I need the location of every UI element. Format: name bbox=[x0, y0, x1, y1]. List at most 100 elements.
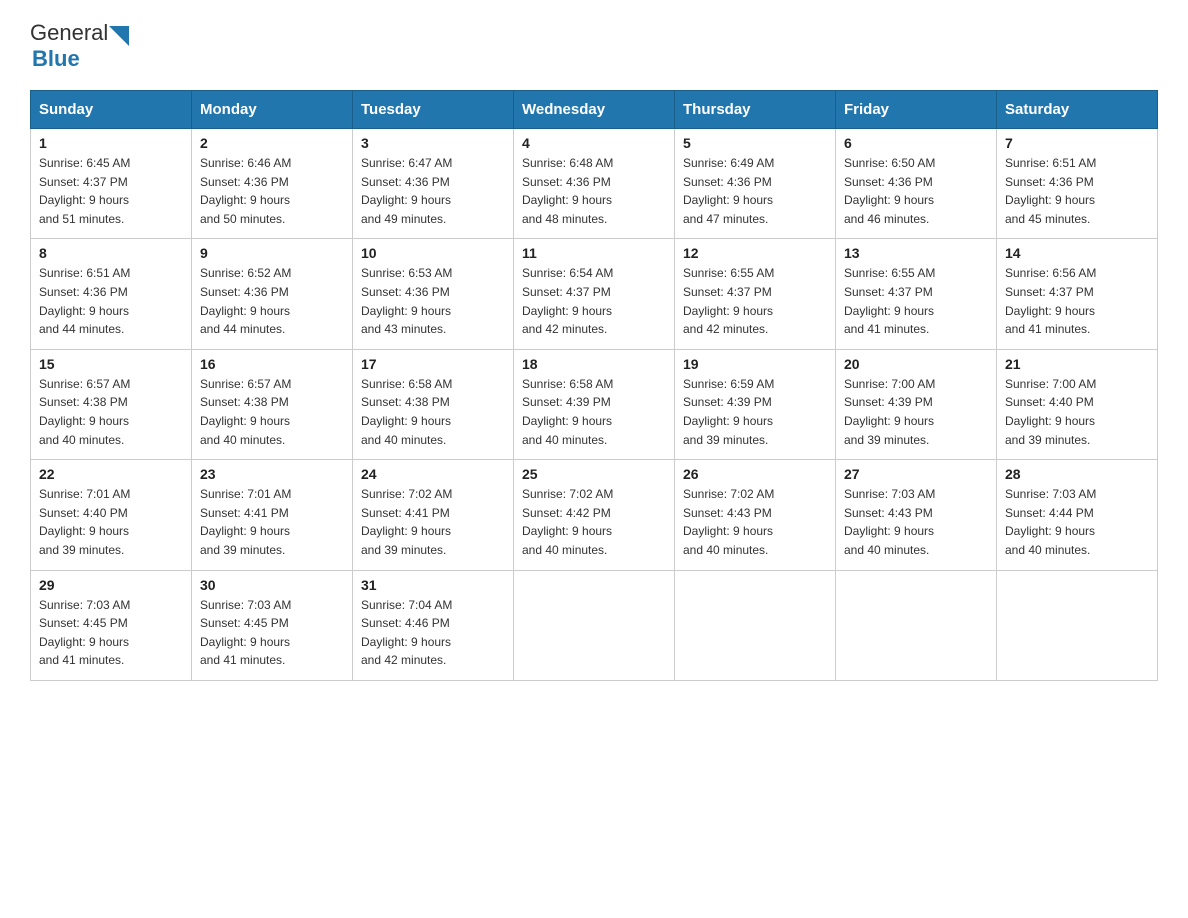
day-info: Sunrise: 6:58 AMSunset: 4:38 PMDaylight:… bbox=[361, 375, 505, 449]
day-info: Sunrise: 7:03 AMSunset: 4:45 PMDaylight:… bbox=[200, 596, 344, 670]
col-header-sunday: Sunday bbox=[31, 91, 192, 129]
col-header-tuesday: Tuesday bbox=[353, 91, 514, 129]
day-number: 29 bbox=[39, 577, 183, 593]
day-number: 3 bbox=[361, 135, 505, 151]
day-info: Sunrise: 6:46 AMSunset: 4:36 PMDaylight:… bbox=[200, 154, 344, 228]
day-info: Sunrise: 6:54 AMSunset: 4:37 PMDaylight:… bbox=[522, 264, 666, 338]
day-number: 28 bbox=[1005, 466, 1149, 482]
day-number: 31 bbox=[361, 577, 505, 593]
day-number: 13 bbox=[844, 245, 988, 261]
day-info: Sunrise: 7:01 AMSunset: 4:40 PMDaylight:… bbox=[39, 485, 183, 559]
calendar-header-row: SundayMondayTuesdayWednesdayThursdayFrid… bbox=[31, 91, 1158, 129]
day-info: Sunrise: 7:02 AMSunset: 4:43 PMDaylight:… bbox=[683, 485, 827, 559]
calendar-cell: 26 Sunrise: 7:02 AMSunset: 4:43 PMDayligh… bbox=[675, 460, 836, 570]
day-number: 2 bbox=[200, 135, 344, 151]
day-info: Sunrise: 6:52 AMSunset: 4:36 PMDaylight:… bbox=[200, 264, 344, 338]
day-info: Sunrise: 7:03 AMSunset: 4:44 PMDaylight:… bbox=[1005, 485, 1149, 559]
day-info: Sunrise: 6:55 AMSunset: 4:37 PMDaylight:… bbox=[844, 264, 988, 338]
day-info: Sunrise: 6:58 AMSunset: 4:39 PMDaylight:… bbox=[522, 375, 666, 449]
day-info: Sunrise: 7:00 AMSunset: 4:40 PMDaylight:… bbox=[1005, 375, 1149, 449]
day-number: 10 bbox=[361, 245, 505, 261]
day-number: 14 bbox=[1005, 245, 1149, 261]
calendar-cell: 22Sunrise: 7:01 AMSunset: 4:40 PMDayligh… bbox=[31, 460, 192, 570]
day-info: Sunrise: 6:47 AMSunset: 4:36 PMDaylight:… bbox=[361, 154, 505, 228]
calendar-cell: 15 Sunrise: 6:57 AMSunset: 4:38 PMDayligh… bbox=[31, 349, 192, 459]
day-number: 26 bbox=[683, 466, 827, 482]
day-info: Sunrise: 6:59 AMSunset: 4:39 PMDaylight:… bbox=[683, 375, 827, 449]
calendar-cell: 2 Sunrise: 6:46 AMSunset: 4:36 PMDaylight… bbox=[192, 129, 353, 239]
day-number: 18 bbox=[522, 356, 666, 372]
day-number: 7 bbox=[1005, 135, 1149, 151]
day-number: 12 bbox=[683, 245, 827, 261]
calendar-cell: 30Sunrise: 7:03 AMSunset: 4:45 PMDayligh… bbox=[192, 570, 353, 680]
calendar-cell: 18 Sunrise: 6:58 AMSunset: 4:39 PMDayligh… bbox=[514, 349, 675, 459]
calendar-week-row: 29 Sunrise: 7:03 AMSunset: 4:45 PMDayligh… bbox=[31, 570, 1158, 680]
day-info: Sunrise: 7:02 AMSunset: 4:42 PMDaylight:… bbox=[522, 485, 666, 559]
day-info: Sunrise: 6:51 AMSunset: 4:36 PMDaylight:… bbox=[39, 264, 183, 338]
day-number: 25 bbox=[522, 466, 666, 482]
day-info: Sunrise: 6:56 AMSunset: 4:37 PMDaylight:… bbox=[1005, 264, 1149, 338]
calendar-cell: 20Sunrise: 7:00 AMSunset: 4:39 PMDayligh… bbox=[836, 349, 997, 459]
logo-blue-text: Blue bbox=[32, 46, 80, 71]
calendar-cell: 12 Sunrise: 6:55 AMSunset: 4:37 PMDayligh… bbox=[675, 239, 836, 349]
calendar-cell: 23Sunrise: 7:01 AMSunset: 4:41 PMDayligh… bbox=[192, 460, 353, 570]
calendar-cell: 27Sunrise: 7:03 AMSunset: 4:43 PMDayligh… bbox=[836, 460, 997, 570]
day-number: 19 bbox=[683, 356, 827, 372]
calendar-cell: 16 Sunrise: 6:57 AMSunset: 4:38 PMDayligh… bbox=[192, 349, 353, 459]
day-info: Sunrise: 6:48 AMSunset: 4:36 PMDaylight:… bbox=[522, 154, 666, 228]
calendar-cell: 10 Sunrise: 6:53 AMSunset: 4:36 PMDayligh… bbox=[353, 239, 514, 349]
day-info: Sunrise: 6:53 AMSunset: 4:36 PMDaylight:… bbox=[361, 264, 505, 338]
calendar-week-row: 22Sunrise: 7:01 AMSunset: 4:40 PMDayligh… bbox=[31, 460, 1158, 570]
day-number: 21 bbox=[1005, 356, 1149, 372]
calendar-cell: 7 Sunrise: 6:51 AMSunset: 4:36 PMDaylight… bbox=[997, 129, 1158, 239]
day-info: Sunrise: 6:45 AMSunset: 4:37 PMDaylight:… bbox=[39, 154, 183, 228]
day-number: 4 bbox=[522, 135, 666, 151]
calendar-cell: 4 Sunrise: 6:48 AMSunset: 4:36 PMDaylight… bbox=[514, 129, 675, 239]
day-info: Sunrise: 6:55 AMSunset: 4:37 PMDaylight:… bbox=[683, 264, 827, 338]
calendar-cell: 8 Sunrise: 6:51 AMSunset: 4:36 PMDaylight… bbox=[31, 239, 192, 349]
calendar-cell bbox=[836, 570, 997, 680]
calendar-week-row: 15 Sunrise: 6:57 AMSunset: 4:38 PMDayligh… bbox=[31, 349, 1158, 459]
day-info: Sunrise: 6:50 AMSunset: 4:36 PMDaylight:… bbox=[844, 154, 988, 228]
day-number: 20 bbox=[844, 356, 988, 372]
day-number: 6 bbox=[844, 135, 988, 151]
day-number: 1 bbox=[39, 135, 183, 151]
logo-triangle-icon bbox=[109, 26, 129, 46]
day-number: 5 bbox=[683, 135, 827, 151]
calendar-cell: 21 Sunrise: 7:00 AMSunset: 4:40 PMDayligh… bbox=[997, 349, 1158, 459]
day-info: Sunrise: 6:51 AMSunset: 4:36 PMDaylight:… bbox=[1005, 154, 1149, 228]
page-header: General Blue bbox=[30, 20, 1158, 72]
day-number: 24 bbox=[361, 466, 505, 482]
day-info: Sunrise: 7:02 AMSunset: 4:41 PMDaylight:… bbox=[361, 485, 505, 559]
calendar-cell: 14 Sunrise: 6:56 AMSunset: 4:37 PMDayligh… bbox=[997, 239, 1158, 349]
day-number: 16 bbox=[200, 356, 344, 372]
calendar-cell: 11 Sunrise: 6:54 AMSunset: 4:37 PMDayligh… bbox=[514, 239, 675, 349]
col-header-friday: Friday bbox=[836, 91, 997, 129]
calendar-cell: 31Sunrise: 7:04 AMSunset: 4:46 PMDayligh… bbox=[353, 570, 514, 680]
col-header-saturday: Saturday bbox=[997, 91, 1158, 129]
calendar-cell: 25 Sunrise: 7:02 AMSunset: 4:42 PMDayligh… bbox=[514, 460, 675, 570]
day-info: Sunrise: 6:57 AMSunset: 4:38 PMDaylight:… bbox=[39, 375, 183, 449]
day-info: Sunrise: 7:03 AMSunset: 4:45 PMDaylight:… bbox=[39, 596, 183, 670]
day-number: 11 bbox=[522, 245, 666, 261]
day-info: Sunrise: 6:57 AMSunset: 4:38 PMDaylight:… bbox=[200, 375, 344, 449]
logo-general-text: General bbox=[30, 20, 108, 46]
day-number: 17 bbox=[361, 356, 505, 372]
col-header-monday: Monday bbox=[192, 91, 353, 129]
day-info: Sunrise: 7:01 AMSunset: 4:41 PMDaylight:… bbox=[200, 485, 344, 559]
calendar-cell bbox=[514, 570, 675, 680]
calendar-cell: 24 Sunrise: 7:02 AMSunset: 4:41 PMDayligh… bbox=[353, 460, 514, 570]
day-number: 9 bbox=[200, 245, 344, 261]
col-header-thursday: Thursday bbox=[675, 91, 836, 129]
calendar-cell: 28 Sunrise: 7:03 AMSunset: 4:44 PMDayligh… bbox=[997, 460, 1158, 570]
calendar-cell: 1 Sunrise: 6:45 AMSunset: 4:37 PMDaylight… bbox=[31, 129, 192, 239]
calendar-cell: 17 Sunrise: 6:58 AMSunset: 4:38 PMDayligh… bbox=[353, 349, 514, 459]
calendar-week-row: 8 Sunrise: 6:51 AMSunset: 4:36 PMDaylight… bbox=[31, 239, 1158, 349]
calendar-cell: 9 Sunrise: 6:52 AMSunset: 4:36 PMDaylight… bbox=[192, 239, 353, 349]
day-number: 8 bbox=[39, 245, 183, 261]
day-number: 15 bbox=[39, 356, 183, 372]
calendar-week-row: 1 Sunrise: 6:45 AMSunset: 4:37 PMDaylight… bbox=[31, 129, 1158, 239]
calendar-cell: 3 Sunrise: 6:47 AMSunset: 4:36 PMDaylight… bbox=[353, 129, 514, 239]
logo: General Blue bbox=[30, 20, 129, 72]
col-header-wednesday: Wednesday bbox=[514, 91, 675, 129]
